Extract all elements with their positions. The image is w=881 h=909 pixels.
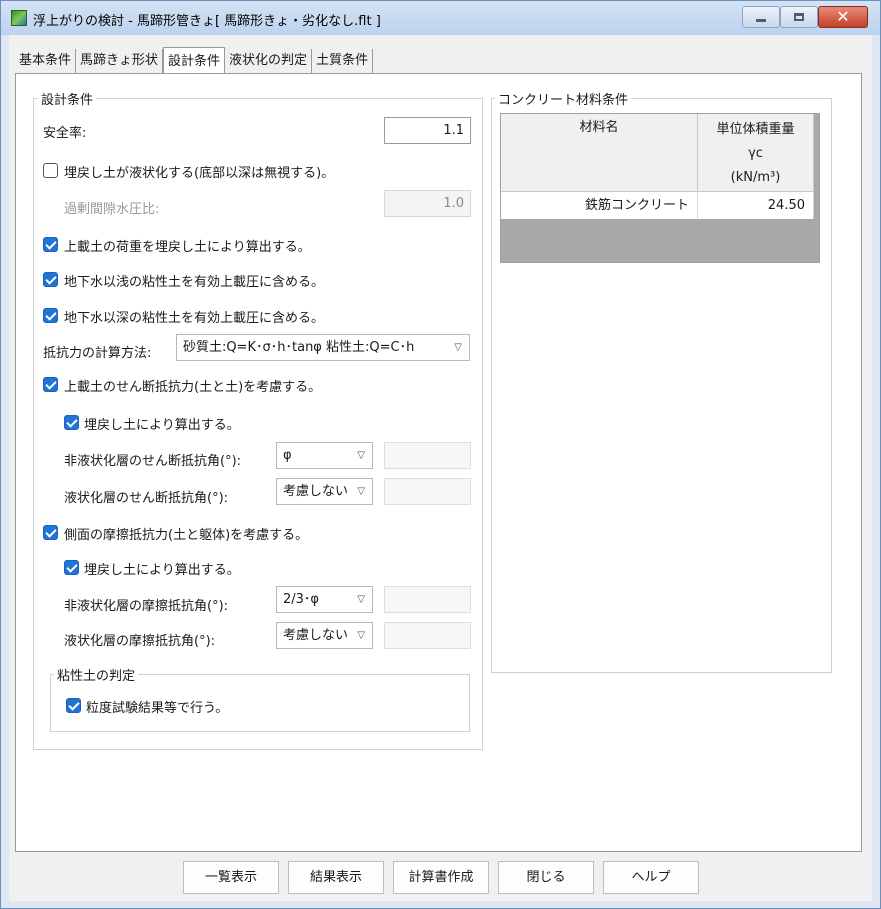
shear-resistance-label: 上載土のせん断抵抗力(土と土)を考慮する。	[64, 380, 322, 395]
friction-backfill-checkbox[interactable]	[64, 560, 79, 575]
friction-liq-label: 液状化層の摩擦抵抗角(°):	[64, 634, 216, 649]
excess-pore-label: 過剰間隙水圧比:	[64, 202, 160, 217]
tab-strip: 基本条件 馬蹄きょ形状 設計条件 液状化の判定 土質条件	[15, 47, 374, 73]
maximize-icon	[794, 13, 804, 21]
resistance-method-value: 砂質土:Q=K･σ･h･tanφ 粘性土:Q=C･h	[183, 340, 415, 355]
clay-grain-checkbox[interactable]	[66, 698, 81, 713]
tab-liquefaction-judgment[interactable]: 液状化の判定	[225, 49, 313, 73]
tab-horseshoe-shape[interactable]: 馬蹄きょ形状	[76, 49, 164, 73]
shear-nonliq-value: φ	[283, 448, 292, 463]
overburden-checkbox[interactable]	[43, 237, 58, 252]
shallow-clay-label: 地下水以浅の粘性土を有効上載圧に含める。	[64, 275, 325, 290]
list-view-button[interactable]: 一覧表示	[183, 861, 279, 894]
friction-nonliq-select[interactable]: 2/3･φ ▽	[276, 586, 373, 613]
concrete-material-table: 材料名 単位体積重量 γc (kN/m³) 鉄筋コンクリート 24.50	[500, 113, 820, 263]
unit-weight-cell[interactable]: 24.50	[698, 192, 814, 219]
window-title: 浮上がりの検討 - 馬蹄形管きょ[ 馬蹄形きょ・劣化なし.flt ]	[33, 14, 381, 29]
shear-backfill-checkbox[interactable]	[64, 415, 79, 430]
backfill-liquefy-label: 埋戻し土が液状化する(底部以深は無視する)。	[64, 166, 335, 181]
close-window-button[interactable]: ✕	[818, 6, 868, 28]
clay-grain-label: 粒度試験結果等で行う。	[86, 701, 229, 716]
material-name-cell[interactable]: 鉄筋コンクリート	[501, 192, 698, 219]
shear-backfill-label: 埋戻し土により算出する。	[84, 418, 240, 433]
side-friction-label: 側面の摩擦抵抗力(土と躯体)を考慮する。	[64, 528, 309, 543]
overburden-label: 上載土の荷重を埋戻し土により算出する。	[64, 240, 311, 255]
design-conditions-title: 設計条件	[38, 89, 97, 108]
chevron-down-icon: ▽	[454, 342, 462, 353]
shear-nonliq-input[interactable]	[384, 442, 471, 469]
unit-weight-header-line1: 単位体積重量	[716, 122, 795, 137]
safety-factor-label: 安全率:	[43, 126, 87, 141]
shear-resistance-checkbox[interactable]	[43, 377, 58, 392]
friction-liq-value: 考慮しない	[283, 628, 349, 643]
friction-nonliq-value: 2/3･φ	[283, 592, 319, 607]
app-window: 浮上がりの検討 - 馬蹄形管きょ[ 馬蹄形きょ・劣化なし.flt ] ✕ 基本条…	[0, 0, 881, 909]
shear-liq-value: 考慮しない	[283, 484, 349, 499]
resistance-method-label: 抵抗力の計算方法:	[43, 346, 152, 361]
excess-pore-input[interactable]: 1.0	[384, 190, 471, 217]
friction-backfill-label: 埋戻し土により算出する。	[84, 563, 240, 578]
deep-clay-label: 地下水以深の粘性土を有効上載圧に含める。	[64, 311, 325, 326]
unit-weight-header-line2: γc	[748, 146, 763, 161]
shear-nonliq-label: 非液状化層のせん断抵抗角(°):	[64, 454, 242, 469]
shallow-clay-checkbox[interactable]	[43, 272, 58, 287]
close-icon: ✕	[836, 7, 850, 26]
safety-factor-input[interactable]: 1.1	[384, 117, 471, 144]
minimize-button[interactable]	[742, 6, 780, 28]
friction-nonliq-label: 非液状化層の摩擦抵抗角(°):	[64, 599, 229, 614]
tab-basic-conditions[interactable]: 基本条件	[15, 49, 77, 73]
create-report-button[interactable]: 計算書作成	[393, 861, 489, 894]
minimize-icon	[756, 18, 766, 22]
chevron-down-icon: ▽	[357, 630, 365, 641]
material-name-header: 材料名	[501, 114, 698, 192]
maximize-button[interactable]	[780, 6, 818, 28]
title-bar[interactable]: 浮上がりの検討 - 馬蹄形管きょ[ 馬蹄形きょ・劣化なし.flt ] ✕	[1, 1, 880, 35]
chevron-down-icon: ▽	[357, 594, 365, 605]
chevron-down-icon: ▽	[357, 450, 365, 461]
result-view-button[interactable]: 結果表示	[288, 861, 384, 894]
clay-judgment-title: 粘性土の判定	[54, 665, 139, 684]
concrete-material-title: コンクリート材料条件	[495, 89, 632, 108]
shear-liq-select[interactable]: 考慮しない ▽	[276, 478, 373, 505]
side-friction-checkbox[interactable]	[43, 525, 58, 540]
resistance-method-select[interactable]: 砂質土:Q=K･σ･h･tanφ 粘性土:Q=C･h ▽	[176, 334, 470, 361]
backfill-liquefy-checkbox[interactable]	[43, 163, 58, 178]
tab-design-conditions[interactable]: 設計条件	[163, 47, 226, 73]
friction-nonliq-input[interactable]	[384, 586, 471, 613]
unit-weight-header-line3: (kN/m³)	[730, 170, 781, 185]
shear-nonliq-select[interactable]: φ ▽	[276, 442, 373, 469]
close-button[interactable]: 閉じる	[498, 861, 594, 894]
shear-liq-input[interactable]	[384, 478, 471, 505]
deep-clay-checkbox[interactable]	[43, 308, 58, 323]
help-button[interactable]: ヘルプ	[603, 861, 699, 894]
unit-weight-header: 単位体積重量 γc (kN/m³)	[698, 114, 814, 192]
friction-liq-input[interactable]	[384, 622, 471, 649]
friction-liq-select[interactable]: 考慮しない ▽	[276, 622, 373, 649]
app-icon	[11, 10, 27, 26]
chevron-down-icon: ▽	[357, 486, 365, 497]
tab-soil-conditions[interactable]: 土質条件	[312, 49, 374, 73]
shear-liq-label: 液状化層のせん断抵抗角(°):	[64, 491, 229, 506]
